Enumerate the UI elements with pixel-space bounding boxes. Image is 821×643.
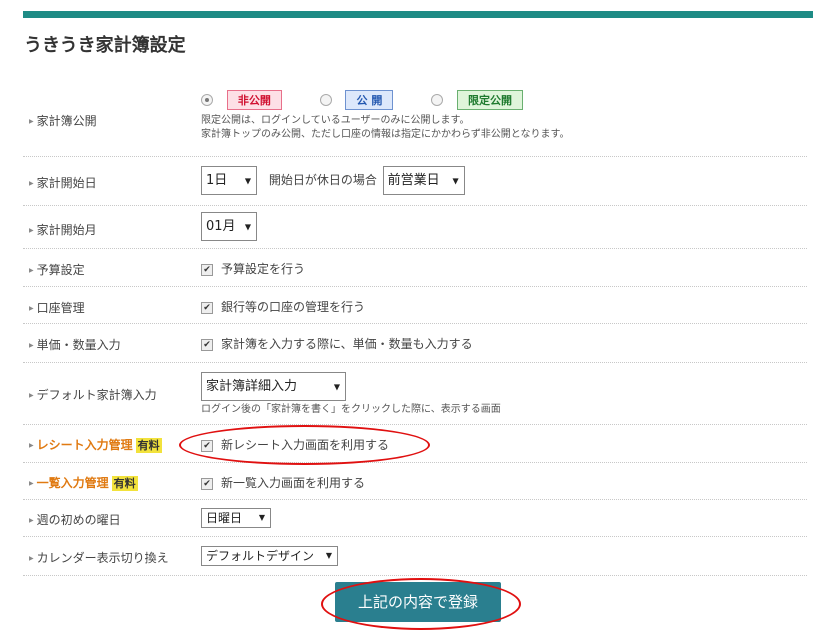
top-accent-bar bbox=[23, 11, 813, 18]
calendar-label: カレンダー表示切り換え bbox=[29, 549, 169, 566]
radio-limited[interactable] bbox=[431, 94, 444, 106]
receipt-label-text: レシート入力管理 bbox=[36, 438, 133, 452]
row-visibility: 家計簿公開 非公開 公 開 限定公開 限定公開は、ログインしているユーザーのみに… bbox=[23, 84, 807, 157]
holiday-value: 前営業日 bbox=[387, 173, 440, 188]
holiday-select[interactable]: 前営業日 ▼ bbox=[382, 166, 465, 195]
row-start-month: 家計開始月 01月 ▼ bbox=[23, 206, 807, 249]
page-title: うきうき家計簿設定 bbox=[24, 35, 186, 56]
default-input-value: 家計簿詳細入力 bbox=[206, 379, 298, 394]
chevron-down-icon: ▼ bbox=[333, 382, 340, 391]
list-input-label: 一覧入力管理有料 bbox=[29, 474, 138, 491]
week-start-cell: 日曜日 ▼ bbox=[201, 508, 271, 528]
receipt-label: レシート入力管理有料 bbox=[29, 436, 162, 453]
start-day-label: 家計開始日 bbox=[29, 174, 97, 191]
calendar-select[interactable]: デフォルトデザイン ▼ bbox=[201, 546, 338, 566]
start-month-cell: 01月 ▼ bbox=[201, 212, 257, 241]
row-default-input: デフォルト家計簿入力 家計簿詳細入力 ▼ ログイン後の「家計簿を書く」をクリックし… bbox=[23, 363, 807, 425]
unit-price-checkbox-label: 家計簿を入力する際に、単価・数量も入力する bbox=[221, 337, 473, 351]
default-input-select[interactable]: 家計簿詳細入力 ▼ bbox=[201, 372, 346, 401]
week-start-label: 週の初めの曜日 bbox=[29, 511, 121, 528]
unit-price-cell: ✔ 家計簿を入力する際に、単価・数量も入力する bbox=[201, 335, 473, 352]
chevron-down-icon: ▼ bbox=[325, 551, 332, 560]
paid-badge: 有料 bbox=[135, 438, 162, 453]
default-input-cell: 家計簿詳細入力 ▼ ログイン後の「家計簿を書く」をクリックした際に、表示する画面 bbox=[201, 372, 501, 417]
visibility-note-2: 家計簿トップのみ公開、ただし口座の情報は指定にかかわらず非公開となります。 bbox=[201, 129, 570, 140]
start-day-select[interactable]: 1日 ▼ bbox=[201, 166, 257, 195]
account-checkbox[interactable]: ✔ bbox=[201, 301, 213, 314]
start-month-select[interactable]: 01月 ▼ bbox=[201, 212, 257, 241]
start-month-value: 01月 bbox=[206, 219, 236, 234]
row-budget: 予算設定 ✔ 予算設定を行う bbox=[23, 249, 807, 287]
settings-table: 家計簿公開 非公開 公 開 限定公開 限定公開は、ログインしているユーザーのみに… bbox=[23, 84, 807, 576]
list-input-label-text: 一覧入力管理 bbox=[36, 476, 109, 490]
row-week-start: 週の初めの曜日 日曜日 ▼ bbox=[23, 500, 807, 537]
budget-checkbox[interactable]: ✔ bbox=[201, 263, 213, 276]
chevron-down-icon: ▼ bbox=[244, 222, 251, 231]
radio-public[interactable] bbox=[319, 94, 332, 106]
paid-badge: 有料 bbox=[111, 476, 138, 491]
holiday-label: 開始日が休日の場合 bbox=[268, 173, 377, 187]
visibility-options: 非公開 公 開 限定公開 限定公開は、ログインしているユーザーのみに公開します。… bbox=[201, 90, 570, 142]
start-day-value: 1日 bbox=[206, 173, 228, 188]
start-day-cell: 1日 ▼ 開始日が休日の場合 前営業日 ▼ bbox=[201, 166, 465, 195]
chevron-down-icon: ▼ bbox=[244, 176, 251, 185]
radio-private[interactable] bbox=[201, 94, 213, 106]
default-input-label: デフォルト家計簿入力 bbox=[29, 386, 157, 403]
highlight-ring-submit bbox=[321, 578, 521, 630]
list-input-checkbox[interactable]: ✔ bbox=[201, 477, 213, 490]
account-cell: ✔ 銀行等の口座の管理を行う bbox=[201, 298, 365, 315]
list-input-cell: ✔ 新一覧入力画面を利用する bbox=[201, 474, 365, 491]
option-public[interactable]: 公 開 bbox=[345, 90, 394, 110]
calendar-cell: デフォルトデザイン ▼ bbox=[201, 546, 338, 566]
visibility-note-1: 限定公開は、ログインしているユーザーのみに公開します。 bbox=[201, 115, 470, 126]
account-checkbox-label: 銀行等の口座の管理を行う bbox=[221, 300, 366, 314]
account-label: 口座管理 bbox=[29, 299, 85, 316]
budget-label: 予算設定 bbox=[29, 261, 85, 278]
list-input-checkbox-label: 新一覧入力画面を利用する bbox=[221, 476, 366, 490]
budget-cell: ✔ 予算設定を行う bbox=[201, 260, 305, 277]
row-list-input: 一覧入力管理有料 ✔ 新一覧入力画面を利用する bbox=[23, 463, 807, 500]
calendar-value: デフォルトデザイン bbox=[206, 549, 315, 563]
visibility-label: 家計簿公開 bbox=[29, 112, 97, 129]
unit-price-checkbox[interactable]: ✔ bbox=[201, 338, 213, 351]
unit-price-label: 単価・数量入力 bbox=[29, 336, 121, 353]
highlight-ring-receipt bbox=[179, 425, 430, 465]
week-start-select[interactable]: 日曜日 ▼ bbox=[201, 508, 271, 528]
budget-checkbox-label: 予算設定を行う bbox=[221, 262, 306, 276]
start-month-label: 家計開始月 bbox=[29, 221, 97, 238]
chevron-down-icon: ▼ bbox=[258, 513, 265, 522]
row-start-day: 家計開始日 1日 ▼ 開始日が休日の場合 前営業日 ▼ bbox=[23, 157, 807, 206]
default-input-note: ログイン後の「家計簿を書く」をクリックした際に、表示する画面 bbox=[201, 404, 501, 415]
option-private[interactable]: 非公開 bbox=[226, 90, 282, 110]
row-calendar: カレンダー表示切り換え デフォルトデザイン ▼ bbox=[23, 537, 807, 576]
option-limited[interactable]: 限定公開 bbox=[456, 90, 523, 110]
week-start-value: 日曜日 bbox=[206, 511, 243, 525]
chevron-down-icon: ▼ bbox=[452, 176, 459, 185]
row-account: 口座管理 ✔ 銀行等の口座の管理を行う bbox=[23, 287, 807, 324]
row-unit-price: 単価・数量入力 ✔ 家計簿を入力する際に、単価・数量も入力する bbox=[23, 324, 807, 363]
